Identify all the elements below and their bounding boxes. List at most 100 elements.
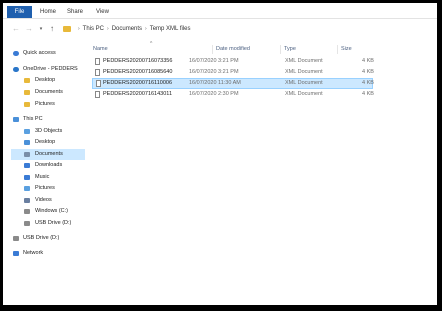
column-header-date[interactable]: Date modified (216, 44, 250, 54)
usb-drive-icon (24, 221, 30, 226)
sidebar-item-label: Documents (35, 151, 63, 157)
sidebar-item-quick-access[interactable]: Quick access (11, 48, 85, 59)
videos-icon (24, 198, 30, 203)
sidebar-item-label: Pictures (35, 185, 55, 191)
file-date: 16/07/2020 3:21 PM (189, 69, 239, 75)
sidebar-item-label: USB Drive (D:) (23, 235, 60, 241)
sidebar-item-usb-drive-d[interactable]: USB Drive (D:) (11, 218, 85, 229)
sidebar-item-label: 3D Objects (35, 128, 63, 134)
file-size: 4 KB (362, 69, 374, 75)
tab-view[interactable]: View (96, 6, 109, 18)
sidebar-item-windows-c[interactable]: Windows (C:) (11, 206, 85, 217)
sidebar-item-label: Desktop (35, 77, 56, 83)
arrow-up-icon: ↑ (50, 24, 54, 33)
arrow-left-icon: ← (12, 24, 20, 33)
sidebar-item-label: OneDrive - PEDDERS (23, 66, 78, 72)
file-type: XML Document (285, 91, 323, 97)
sidebar-item-music[interactable]: Music (11, 172, 85, 183)
sidebar-item-label: Music (35, 174, 50, 180)
sidebar-item-3d-objects[interactable]: 3D Objects (11, 126, 85, 137)
tab-share[interactable]: Share (67, 6, 83, 18)
file-size: 4 KB (362, 91, 374, 97)
file-size: 4 KB (362, 58, 374, 64)
file-row[interactable]: PEDDERS20200716143011 16/07/2020 2:30 PM… (92, 89, 374, 100)
file-row[interactable]: PEDDERS20200716073356 16/07/2020 3:21 PM… (92, 56, 374, 67)
music-icon (24, 175, 30, 180)
cloud-icon (13, 67, 19, 72)
sidebar-item-label: Downloads (35, 162, 63, 168)
sidebar-item-label: Quick access (23, 50, 56, 56)
sidebar-item-desktop[interactable]: Desktop (11, 137, 85, 148)
sort-caret-icon: ^ (150, 41, 153, 47)
ribbon: File Home Share View (3, 3, 437, 18)
pictures-icon (24, 186, 30, 191)
sidebar-item-label: Documents (35, 89, 63, 95)
folder-icon (24, 102, 30, 107)
file-row-selected[interactable]: PEDDERS20200716110006 16/07/2020 11:30 A… (92, 78, 374, 89)
sidebar-item-downloads[interactable]: Downloads (11, 160, 85, 171)
sidebar-item-label: Videos (35, 197, 52, 203)
chevron-right-icon: › (107, 26, 109, 32)
folder-icon (24, 90, 30, 95)
chevron-down-icon: ▾ (39, 26, 43, 32)
column-header-name[interactable]: Name (93, 44, 108, 54)
sidebar-item-label: Desktop (35, 139, 56, 145)
file-size: 4 KB (362, 80, 374, 86)
column-divider[interactable] (280, 45, 281, 54)
sidebar-item-onedrive-desktop[interactable]: Desktop (11, 75, 85, 86)
xml-file-icon (96, 80, 101, 87)
network-icon (13, 251, 19, 256)
address-bar: ← → ▾ ↑ › This PC › Documents › Temp XML file… (3, 20, 437, 38)
sidebar-item-videos[interactable]: Videos (11, 195, 85, 206)
breadcrumb-documents[interactable]: Documents (112, 26, 142, 32)
download-icon (24, 163, 30, 168)
file-date: 16/07/2020 11:30 AM (189, 80, 241, 86)
chevron-right-icon: › (145, 26, 147, 32)
sidebar-item-pictures[interactable]: Pictures (11, 183, 85, 194)
documents-icon (24, 152, 30, 157)
sidebar-item-label: Pictures (35, 101, 55, 107)
file-type: XML Document (285, 80, 323, 86)
sidebar-item-documents[interactable]: Documents (11, 149, 85, 160)
column-divider[interactable] (337, 45, 338, 54)
explorer-window: File Home Share View ← → ▾ ↑ › This PC › Do… (0, 0, 442, 311)
file-tab[interactable]: File (7, 6, 32, 18)
file-date: 16/07/2020 2:30 PM (189, 91, 239, 97)
file-row[interactable]: PEDDERS20200716085640 16/07/2020 3:21 PM… (92, 67, 374, 78)
file-name: PEDDERS20200716073356 (103, 58, 173, 64)
up-button[interactable]: ↑ (47, 24, 57, 34)
drive-icon (24, 209, 30, 214)
file-date: 16/07/2020 3:21 PM (189, 58, 239, 64)
forward-button[interactable]: → (24, 24, 34, 34)
usb-drive-icon (13, 236, 19, 241)
desktop-icon (24, 140, 30, 145)
sidebar-item-usb-drive-d-root[interactable]: USB Drive (D:) (11, 233, 85, 244)
sidebar-item-onedrive-documents[interactable]: Documents (11, 87, 85, 98)
file-name: PEDDERS20200716110006 (103, 80, 173, 86)
folder-icon (63, 26, 71, 32)
recent-locations-button[interactable]: ▾ (36, 24, 46, 34)
folder-icon (24, 78, 30, 83)
breadcrumb-temp-xml-files[interactable]: Temp XML files (150, 26, 191, 32)
breadcrumb: › This PC › Documents › Temp XML files (75, 24, 191, 34)
column-header-size[interactable]: Size (341, 44, 352, 54)
computer-icon (13, 117, 19, 122)
sidebar-item-label: Windows (C:) (35, 208, 69, 214)
star-icon (13, 51, 19, 56)
breadcrumb-this-pc[interactable]: This PC (83, 26, 104, 32)
sidebar-item-onedrive-pictures[interactable]: Pictures (11, 99, 85, 110)
file-name: PEDDERS20200716143011 (103, 91, 173, 97)
chevron-right-icon: › (78, 26, 80, 32)
tab-home[interactable]: Home (40, 6, 56, 18)
sidebar-item-this-pc[interactable]: This PC (11, 114, 85, 125)
sidebar-item-label: This PC (23, 116, 43, 122)
ribbon-divider (3, 18, 437, 19)
sidebar-item-onedrive[interactable]: OneDrive - PEDDERS (11, 64, 85, 75)
column-divider[interactable] (212, 45, 213, 54)
file-type: XML Document (285, 58, 323, 64)
sidebar-item-network[interactable]: Network (11, 248, 85, 259)
sidebar-item-label: USB Drive (D:) (35, 220, 72, 226)
back-button[interactable]: ← (11, 24, 21, 34)
column-header-type[interactable]: Type (284, 44, 296, 54)
xml-file-icon (95, 91, 100, 98)
